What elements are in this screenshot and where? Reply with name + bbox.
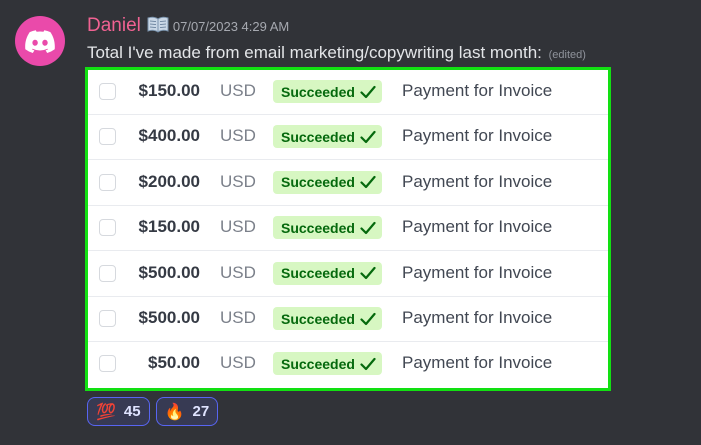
checkmark-icon xyxy=(360,357,376,370)
status-label: Succeeded xyxy=(281,265,355,282)
payment-description: Payment for Invoice xyxy=(402,353,553,373)
checkmark-icon xyxy=(360,85,376,98)
checkmark-icon xyxy=(360,312,376,325)
avatar[interactable] xyxy=(15,16,65,66)
username[interactable]: Daniel xyxy=(87,15,141,37)
payment-currency: USD xyxy=(220,171,256,191)
row-checkbox[interactable] xyxy=(99,219,116,237)
payment-currency: USD xyxy=(220,217,256,237)
row-checkbox[interactable] xyxy=(99,83,116,100)
payment-description: Payment for Invoice xyxy=(402,308,553,327)
status-label: Succeeded xyxy=(281,128,355,145)
row-checkbox[interactable] xyxy=(99,310,116,327)
payment-amount: $150.00 xyxy=(138,81,200,100)
status-label: Succeeded xyxy=(281,174,355,191)
payment-row[interactable]: $400.00 USD Succeeded Payment for Invoice xyxy=(88,115,608,161)
status-label: Succeeded xyxy=(281,310,355,327)
reaction-button[interactable]: 💯 45 xyxy=(87,397,150,426)
status-badge: Succeeded xyxy=(273,352,382,376)
payment-row[interactable]: $50.00 USD Succeeded Payment for Invoice xyxy=(88,342,608,388)
checkmark-icon xyxy=(360,176,376,189)
status-label: Succeeded xyxy=(281,355,355,372)
payment-description: Payment for Invoice xyxy=(402,262,553,282)
payment-amount: $500.00 xyxy=(138,308,200,327)
payment-currency: USD xyxy=(220,308,256,327)
payment-description: Payment for Invoice xyxy=(402,81,553,100)
timestamp: 07/07/2023 4:29 AM xyxy=(172,19,290,34)
status-badge: Succeeded xyxy=(273,125,382,149)
checkmark-icon xyxy=(360,130,376,143)
payment-amount: $400.00 xyxy=(138,126,200,146)
hundred-points-icon: 💯 xyxy=(96,401,116,421)
status-badge: Succeeded xyxy=(273,307,382,330)
status-label: Succeeded xyxy=(281,83,355,100)
fire-icon: 🔥 xyxy=(164,401,185,421)
payment-row[interactable]: $500.00 USD Succeeded Payment for Invoice xyxy=(88,297,608,342)
payment-description: Payment for Invoice xyxy=(402,171,553,191)
message-text-line: Total I've made from email marketing/cop… xyxy=(87,43,586,63)
status-badge: Succeeded xyxy=(273,261,382,285)
status-badge: Succeeded xyxy=(273,170,382,194)
payment-amount: $500.00 xyxy=(138,262,200,282)
book-icon xyxy=(147,16,169,33)
reaction-button[interactable]: 🔥 27 xyxy=(155,397,219,426)
payment-currency: USD xyxy=(220,353,256,373)
payment-description: Payment for Invoice xyxy=(402,217,553,237)
checkmark-icon xyxy=(360,266,376,280)
row-checkbox[interactable] xyxy=(99,264,116,282)
payments-screenshot[interactable]: $150.00 USD Succeeded Payment for Invoice $4… xyxy=(85,67,611,391)
status-badge: Succeeded xyxy=(273,216,382,240)
payment-row[interactable]: $150.00 USD Succeeded Payment for Invoice xyxy=(88,206,608,252)
payment-description: Payment for Invoice xyxy=(402,126,553,146)
edited-label: (edited) xyxy=(548,49,586,61)
payment-amount: $50.00 xyxy=(148,353,200,373)
payment-row[interactable]: $200.00 USD Succeeded Payment for Invoice xyxy=(88,160,608,206)
message-content: Total I've made from email marketing/cop… xyxy=(87,43,542,62)
row-checkbox[interactable] xyxy=(99,355,116,373)
checkmark-icon xyxy=(360,221,376,234)
payment-row[interactable]: $150.00 USD Succeeded Payment for Invoice xyxy=(88,70,608,115)
payment-amount: $150.00 xyxy=(138,217,200,237)
reactions-bar: 💯 45 🔥 27 xyxy=(87,397,219,426)
status-badge: Succeeded xyxy=(273,80,382,103)
row-checkbox[interactable] xyxy=(99,128,116,146)
reaction-count: 45 xyxy=(123,403,141,420)
discord-logo-icon xyxy=(25,29,55,53)
row-checkbox[interactable] xyxy=(99,173,116,191)
payment-amount: $200.00 xyxy=(138,171,200,191)
reaction-count: 27 xyxy=(192,403,210,420)
message-header: Daniel 07/07/2023 4:29 AM xyxy=(87,14,289,37)
payment-currency: USD xyxy=(220,262,256,282)
payment-currency: USD xyxy=(220,81,256,100)
payment-currency: USD xyxy=(220,126,256,146)
status-label: Succeeded xyxy=(281,219,355,236)
discord-message: Daniel 07/07/2023 4:29 AM Total I've mad… xyxy=(0,0,701,445)
payment-row[interactable]: $500.00 USD Succeeded Payment for Invoice xyxy=(88,251,608,297)
